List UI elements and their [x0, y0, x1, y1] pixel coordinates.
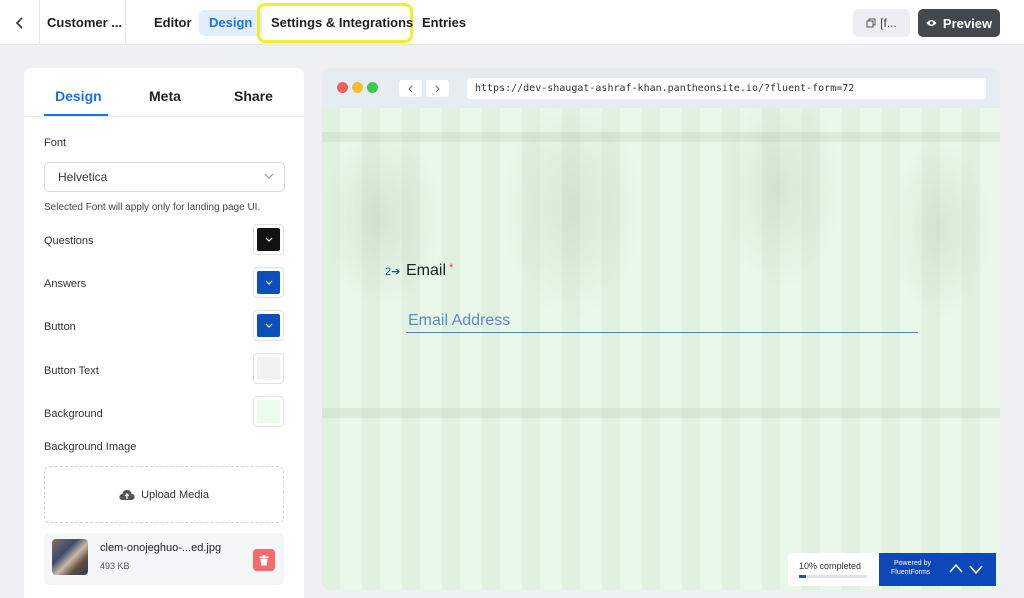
eye-icon	[926, 20, 937, 26]
question-label: Email *	[406, 262, 454, 279]
tab-design[interactable]: Design	[199, 10, 263, 36]
chevron-right-icon	[435, 85, 440, 92]
font-note: Selected Font will apply only for landin…	[44, 202, 261, 213]
tab-entries[interactable]: Entries	[412, 10, 476, 36]
browser-toolbar: https://dev-shaugat-ashraf-khan.pantheon…	[322, 68, 1000, 108]
top-bar: Customer ... Editor Design Settings & In…	[0, 0, 1024, 45]
background-color-picker[interactable]	[253, 396, 284, 427]
button-color-picker[interactable]	[253, 310, 284, 341]
preview-button[interactable]: Preview	[918, 9, 1000, 37]
background-rail	[322, 408, 1000, 418]
browser-forward-button[interactable]	[426, 80, 449, 97]
color-label-button-text: Button Text	[44, 365, 99, 377]
media-size: 493 KB	[100, 561, 130, 571]
panel-tab-share[interactable]: Share	[234, 88, 273, 104]
tab-editor[interactable]: Editor	[144, 10, 202, 36]
chevron-up-icon[interactable]	[949, 562, 963, 576]
powered-by-badge: Powered by FluentForms	[879, 553, 996, 586]
form-preview-window: https://dev-shaugat-ashraf-khan.pantheon…	[322, 68, 1000, 590]
active-tab-indicator	[44, 114, 108, 116]
powered-by-line2: FluentForms	[891, 569, 931, 576]
color-label-button: Button	[44, 321, 76, 333]
chevron-left-icon	[408, 85, 413, 92]
shortcode-button[interactable]: [f...	[853, 9, 910, 37]
maximize-dot-icon	[367, 82, 378, 93]
panel-tab-design[interactable]: Design	[55, 88, 102, 104]
design-panel: Design Meta Share Font Helvetica Selecte…	[24, 68, 304, 598]
delete-media-button[interactable]	[253, 549, 275, 571]
font-label: Font	[44, 137, 67, 149]
required-marker: *	[449, 262, 454, 274]
back-button[interactable]	[0, 0, 40, 45]
close-dot-icon	[337, 82, 348, 93]
button-text-color-fill	[257, 357, 280, 380]
color-label-questions: Questions	[44, 235, 94, 247]
questions-color-fill	[257, 228, 280, 251]
button-color-fill	[257, 314, 280, 337]
upload-media-label: Upload Media	[141, 488, 209, 501]
font-value: Helvetica	[58, 170, 108, 184]
chevron-down-icon	[265, 237, 272, 242]
trash-icon	[259, 554, 269, 565]
chevron-down-icon[interactable]	[969, 562, 983, 576]
color-label-answers: Answers	[44, 278, 87, 290]
preview-label: Preview	[942, 15, 993, 31]
background-rail	[322, 132, 1000, 142]
media-filename: clem-onojeghuo-...ed.jpg	[100, 542, 222, 554]
progress-track	[799, 575, 867, 578]
address-bar[interactable]: https://dev-shaugat-ashraf-khan.pantheon…	[467, 78, 986, 99]
progress-text: 10% completed	[799, 561, 862, 571]
powered-by-line1: Powered by	[894, 560, 931, 567]
question-number: 2➔	[385, 266, 401, 278]
browser-back-button[interactable]	[399, 80, 422, 97]
background-image	[322, 108, 1000, 590]
shortcode-label: [f...	[880, 16, 897, 30]
chevron-down-icon	[264, 173, 274, 179]
background-color-fill	[257, 400, 280, 423]
background-image-label: Background Image	[44, 441, 137, 453]
chevron-down-icon	[265, 280, 272, 285]
questions-color-picker[interactable]	[253, 224, 284, 255]
button-text-color-picker[interactable]	[253, 353, 284, 384]
upload-media-button[interactable]: Upload Media	[44, 466, 284, 523]
answers-color-fill	[257, 271, 280, 294]
chevron-left-icon	[15, 16, 23, 29]
progress-indicator: 10% completed	[788, 553, 879, 586]
chevron-down-icon	[265, 323, 272, 328]
cloud-upload-icon	[119, 489, 135, 500]
progress-fill	[799, 575, 806, 578]
panel-tabs: Design Meta Share	[24, 68, 304, 117]
tab-settings-integrations[interactable]: Settings & Integrations	[261, 10, 423, 36]
media-thumbnail	[52, 539, 88, 575]
answers-color-picker[interactable]	[253, 267, 284, 298]
color-label-background: Background	[44, 408, 103, 420]
minimize-dot-icon	[352, 82, 363, 93]
media-item: clem-onojeghuo-...ed.jpg 493 KB	[44, 533, 284, 585]
copy-icon	[866, 18, 876, 28]
panel-tab-meta[interactable]: Meta	[149, 88, 181, 104]
email-field[interactable]	[406, 309, 918, 333]
font-select[interactable]: Helvetica	[44, 162, 285, 192]
form-title[interactable]: Customer ...	[40, 0, 126, 45]
